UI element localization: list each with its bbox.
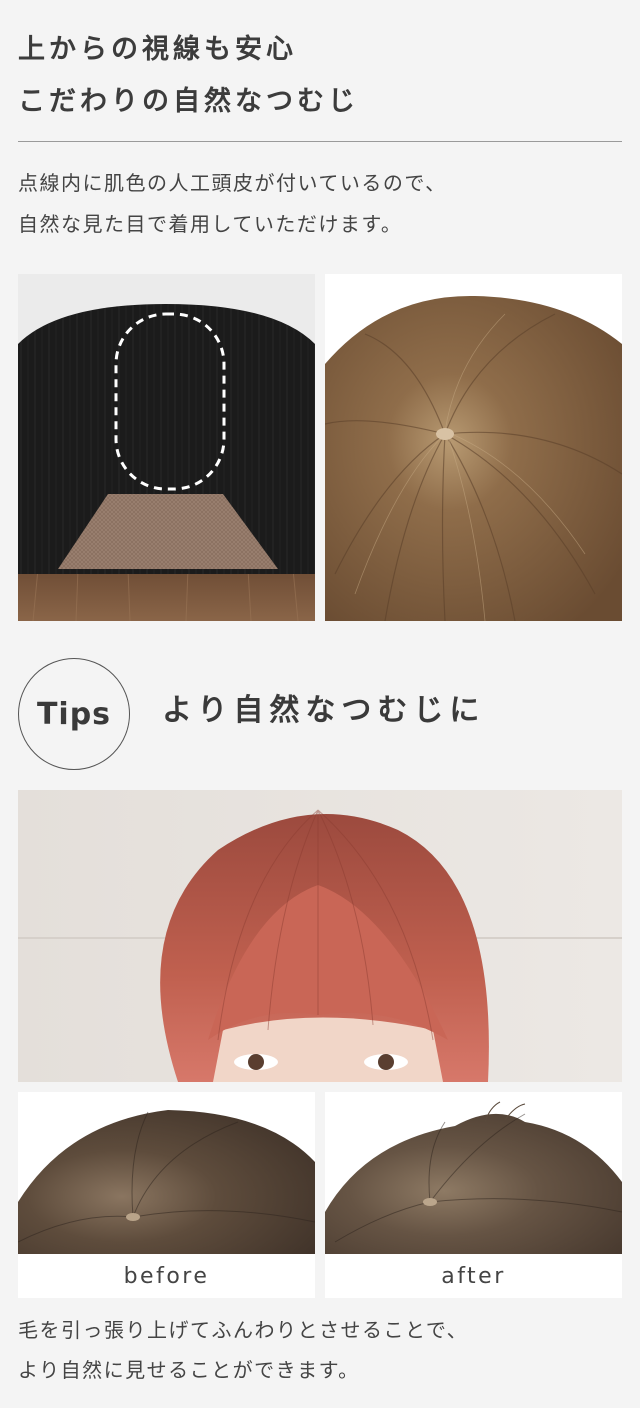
tips-description-line-2: より自然に見せることができます。 [18, 1358, 360, 1382]
tips-heading: より自然なつむじに [162, 693, 486, 728]
tips-description-line-1: 毛を引っ張り上げてふんわりとさせることで、 [18, 1318, 469, 1342]
after-label: after [325, 1254, 622, 1298]
before-label: before [18, 1254, 315, 1298]
before-crown-photo [18, 1092, 315, 1254]
wig-cap-interior-photo [18, 274, 315, 621]
section-heading-line-2: こだわりの自然なつむじ [18, 86, 359, 117]
wig-crown-top-photo [325, 274, 622, 621]
description-line-2: 自然な見た目で着用していただけます。 [18, 212, 403, 236]
tips-badge: Tips [18, 658, 130, 770]
section-heading-line-1: 上からの視線も安心 [18, 34, 297, 65]
after-crown-photo [325, 1092, 622, 1254]
description-line-1: 点線内に肌色の人工頭皮が付いているので、 [18, 171, 447, 195]
model-photo [18, 790, 622, 1082]
divider [18, 141, 622, 142]
tips-badge-label: Tips [36, 696, 112, 732]
